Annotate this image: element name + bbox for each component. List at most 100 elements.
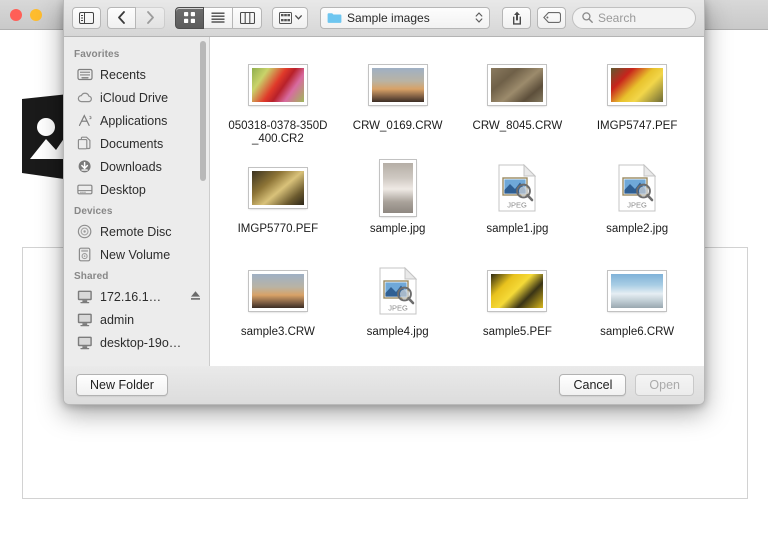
applications-icon <box>77 113 93 128</box>
chevron-right-icon <box>146 11 154 24</box>
sidebar-item-admin[interactable]: admin <box>64 308 209 331</box>
sidebar: Favorites Recents iCloud Drive Applications… <box>64 37 210 367</box>
file-icon-wrapper <box>248 57 307 113</box>
search-input[interactable]: Search <box>572 6 696 29</box>
column-view-button[interactable] <box>233 6 262 29</box>
column-view-icon <box>239 11 255 24</box>
recents-icon <box>77 67 93 82</box>
sidebar-item-label: desktop-19o… <box>100 335 182 350</box>
file-item[interactable]: CRW_8045.CRW <box>458 51 578 154</box>
eject-button[interactable] <box>190 288 201 306</box>
arrange-button[interactable] <box>272 6 308 29</box>
downloads-icon <box>77 159 93 174</box>
share-button[interactable] <box>502 6 531 29</box>
file-icon-wrapper <box>248 160 307 216</box>
file-name-label: sample5.PEF <box>482 326 552 338</box>
file-thumbnail <box>248 271 307 311</box>
file-item[interactable]: JPEG sample2.jpg <box>577 154 697 257</box>
sidebar-toggle-button[interactable] <box>72 6 101 29</box>
list-view-button[interactable] <box>204 6 233 29</box>
sidebar-item-new-volume[interactable]: New Volume <box>64 243 209 266</box>
file-icon-wrapper: JPEG <box>498 160 537 216</box>
grid-view-icon <box>184 12 195 23</box>
file-icon-wrapper <box>488 263 547 319</box>
file-item[interactable]: sample.jpg <box>338 154 458 257</box>
icloud-icon <box>77 90 93 105</box>
chevron-left-icon <box>118 11 125 24</box>
sidebar-item-desktop-19o[interactable]: desktop-19o… <box>64 331 209 354</box>
sidebar-item-label: Documents <box>100 136 164 151</box>
file-icon-wrapper <box>248 263 307 319</box>
sidebar-item-desktop[interactable]: Desktop <box>64 178 209 201</box>
file-browser-area[interactable]: 050318-0378-350D_400.CR2 CRW_0169.CRW CRW_… <box>210 37 704 367</box>
open-button[interactable]: Open <box>635 374 694 396</box>
file-thumbnail <box>608 271 667 311</box>
file-thumbnail <box>248 168 307 208</box>
remote-disc-icon <box>77 224 93 239</box>
cancel-button[interactable]: Cancel <box>559 374 627 396</box>
icon-view-button[interactable] <box>175 6 204 29</box>
sidebar-item-172-16-1[interactable]: 172.16.1… <box>64 285 209 308</box>
file-item[interactable]: IMGP5747.PEF <box>577 51 697 154</box>
svg-text:JPEG: JPEG <box>508 201 528 210</box>
sidebar-item-label: Desktop <box>100 182 146 197</box>
file-icon-wrapper <box>488 57 547 113</box>
new-folder-button[interactable]: New Folder <box>76 374 168 396</box>
search-placeholder: Search <box>598 10 637 25</box>
file-item[interactable]: JPEG sample1.jpg <box>458 154 578 257</box>
file-name-label: sample3.CRW <box>240 326 315 338</box>
computer-icon <box>77 312 93 327</box>
dialog-footer: New Folder Cancel Open <box>64 366 704 404</box>
footer-right-buttons: Cancel Open <box>559 374 694 396</box>
file-item[interactable]: IMGP5770.PEF <box>218 154 338 257</box>
sidebar-section-header: Devices <box>74 206 113 217</box>
file-icon-wrapper <box>368 57 427 113</box>
file-icon-wrapper: JPEG <box>379 263 417 319</box>
path-popup-button[interactable]: Sample images <box>320 6 490 29</box>
desktop-icon <box>77 182 93 197</box>
sidebar-item-label: Downloads <box>100 159 162 174</box>
sidebar-item-label: 172.16.1… <box>100 289 162 304</box>
sidebar-item-downloads[interactable]: Downloads <box>64 155 209 178</box>
file-item[interactable]: CRW_0169.CRW <box>338 51 458 154</box>
file-item[interactable]: 050318-0378-350D_400.CR2 <box>218 51 338 154</box>
file-thumbnail <box>488 65 547 105</box>
tags-button[interactable] <box>537 6 566 29</box>
sidebar-item-icloud-drive[interactable]: iCloud Drive <box>64 86 209 109</box>
sidebar-item-applications[interactable]: Applications <box>64 109 209 132</box>
file-icon-wrapper <box>608 57 667 113</box>
jpeg-document-icon: JPEG <box>498 163 537 212</box>
file-icon-wrapper <box>608 263 667 319</box>
sidebar-item-documents[interactable]: Documents <box>64 132 209 155</box>
sidebar-item-label: Remote Disc <box>100 224 172 239</box>
file-grid: 050318-0378-350D_400.CR2 CRW_0169.CRW CRW_… <box>210 47 704 364</box>
file-item[interactable]: JPEG sample4.jpg <box>338 257 458 360</box>
sidebar-scrollbar[interactable] <box>200 41 206 181</box>
close-window-button[interactable] <box>10 9 22 21</box>
file-name-label: sample2.jpg <box>606 223 669 235</box>
file-item[interactable]: sample5.PEF <box>458 257 578 360</box>
eject-icon[interactable] <box>190 290 201 301</box>
jpeg-document-icon: JPEG <box>379 266 417 315</box>
file-name-label: IMGP5770.PEF <box>237 223 319 235</box>
share-icon <box>512 11 521 25</box>
sidebar-item-recents[interactable]: Recents <box>64 63 209 86</box>
svg-text:JPEG: JPEG <box>627 201 647 210</box>
sidebar-toggle-icon <box>79 11 94 24</box>
file-item[interactable]: sample6.CRW <box>577 257 697 360</box>
file-name-label: CRW_8045.CRW <box>472 120 563 132</box>
sidebar-section-header: Shared <box>74 271 109 282</box>
file-thumbnail <box>608 65 667 105</box>
file-item[interactable]: sample3.CRW <box>218 257 338 360</box>
sidebar-item-remote-disc[interactable]: Remote Disc <box>64 220 209 243</box>
forward-button[interactable] <box>136 6 165 29</box>
back-button[interactable] <box>107 6 136 29</box>
file-thumbnail <box>488 271 547 311</box>
file-thumbnail <box>248 65 307 105</box>
up-down-chevrons-icon <box>475 12 483 23</box>
file-name-label: IMGP5747.PEF <box>596 120 678 132</box>
tag-icon <box>542 12 561 23</box>
minimize-window-button[interactable] <box>30 9 42 21</box>
computer-icon <box>77 289 93 304</box>
file-thumbnail <box>368 65 427 105</box>
